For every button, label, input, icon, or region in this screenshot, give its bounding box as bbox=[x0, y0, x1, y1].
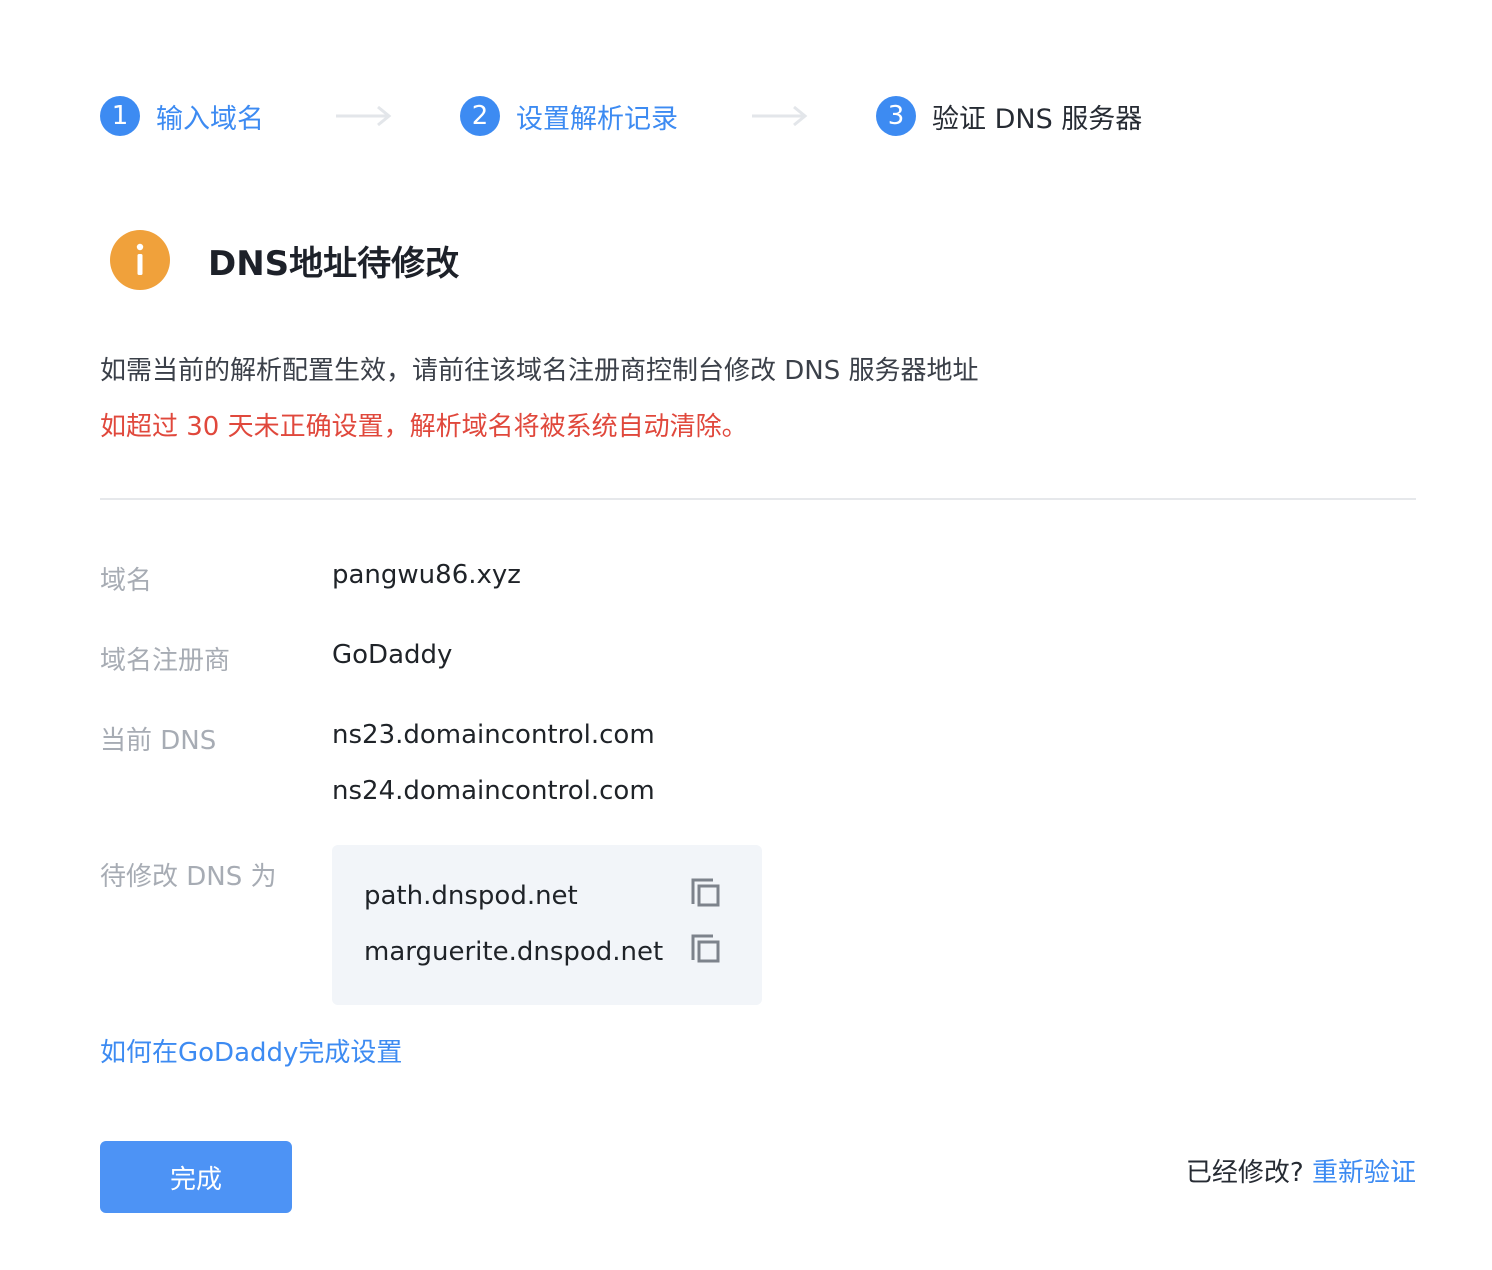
description-text: 如需当前的解析配置生效，请前往该域名注册商控制台修改 DNS 服务器地址 bbox=[100, 356, 979, 386]
step-1-label: 输入域名 bbox=[156, 103, 264, 135]
step-2[interactable]: 2 设置解析记录 bbox=[460, 96, 678, 136]
warning-text: 如超过 30 天未正确设置，解析域名将被系统自动清除。 bbox=[100, 412, 748, 442]
step-3-label: 验证 DNS 服务器 bbox=[932, 103, 1143, 135]
target-dns-2: marguerite.dnspod.net bbox=[364, 937, 664, 967]
godaddy-help-link[interactable]: 如何在GoDaddy完成设置 bbox=[100, 1032, 402, 1069]
step-2-label: 设置解析记录 bbox=[516, 103, 678, 135]
target-dns-1: path.dnspod.net bbox=[364, 881, 578, 911]
arrow-right-icon bbox=[752, 105, 808, 127]
current-dns-2: ns24.domaincontrol.com bbox=[332, 776, 655, 806]
copy-icon[interactable] bbox=[690, 933, 722, 965]
target-dns-box: path.dnspod.net marguerite.dnspod.net bbox=[332, 845, 762, 1005]
current-dns-1: ns23.domaincontrol.com bbox=[332, 720, 655, 750]
info-icon bbox=[110, 230, 170, 290]
step-2-number: 2 bbox=[460, 96, 500, 136]
step-indicator: 1 输入域名 2 设置解析记录 3 验证 DNS 服务器 bbox=[100, 96, 1300, 136]
already-modified-text: 已经修改? bbox=[1185, 1158, 1304, 1188]
arrow-right-icon bbox=[336, 105, 392, 127]
domain-value: pangwu86.xyz bbox=[332, 560, 521, 590]
registrar-value: GoDaddy bbox=[332, 640, 453, 670]
step-1-number: 1 bbox=[100, 96, 140, 136]
reverify-section: 已经修改? 重新验证 bbox=[1186, 1152, 1416, 1189]
step-1[interactable]: 1 输入域名 bbox=[100, 96, 264, 136]
copy-icon[interactable] bbox=[690, 877, 722, 909]
done-button[interactable]: 完成 bbox=[100, 1141, 292, 1213]
current-dns-label: 当前 DNS bbox=[100, 726, 217, 756]
step-3[interactable]: 3 验证 DNS 服务器 bbox=[876, 96, 1142, 136]
reverify-link[interactable]: 重新验证 bbox=[1312, 1158, 1416, 1188]
divider bbox=[100, 498, 1416, 500]
step-3-number: 3 bbox=[876, 96, 916, 136]
page-title: DNS地址待修改 bbox=[208, 244, 460, 284]
registrar-label: 域名注册商 bbox=[100, 646, 231, 676]
target-dns-label: 待修改 DNS 为 bbox=[100, 862, 277, 892]
domain-label: 域名 bbox=[100, 566, 153, 596]
